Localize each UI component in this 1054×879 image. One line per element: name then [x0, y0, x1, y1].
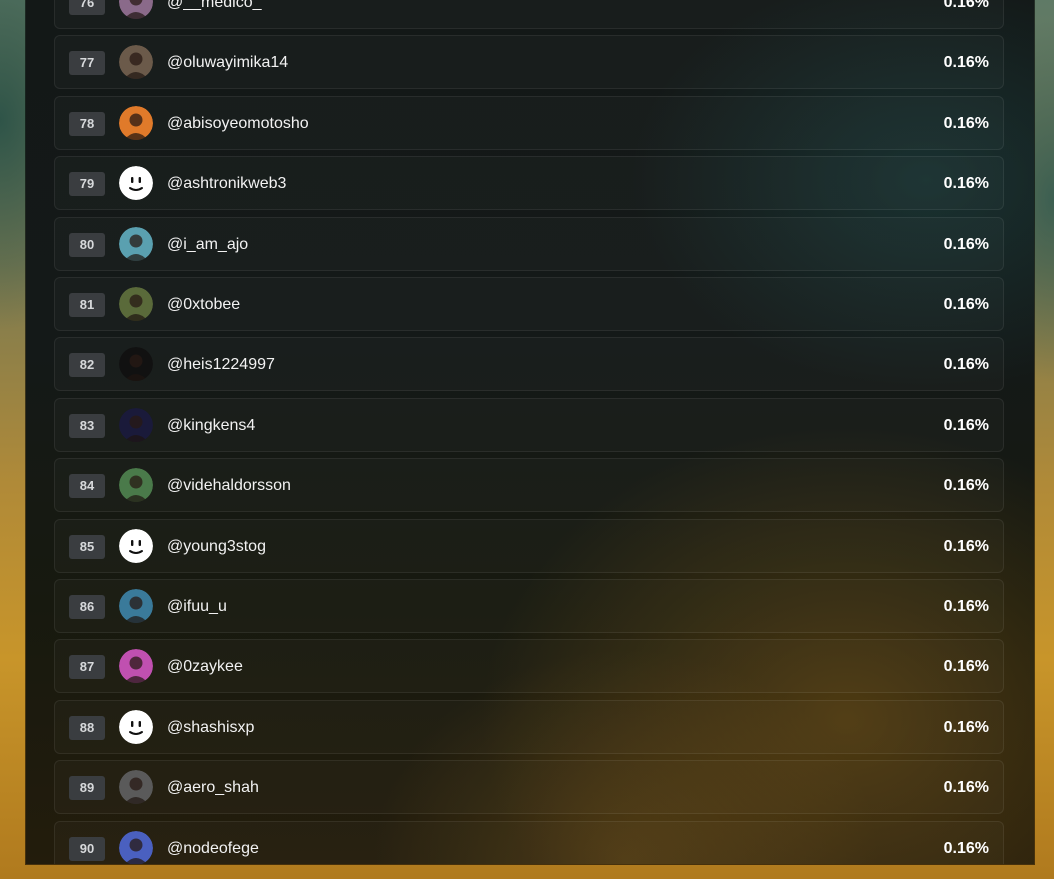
share-percentage: 0.16%	[943, 114, 989, 132]
leaderboard-row[interactable]: 82 @heis1224997 0.16%	[54, 337, 1004, 392]
dark-avatar-icon[interactable]	[119, 407, 153, 442]
default-face-icon[interactable]	[119, 709, 153, 744]
leaderboard-row[interactable]: 81 @0xtobee 0.16%	[54, 277, 1004, 331]
share-percentage: 0.16%	[943, 477, 989, 495]
username[interactable]: @kingkens4	[167, 416, 255, 436]
rank-badge: 89	[69, 776, 105, 801]
abstract-avatar-icon[interactable]	[119, 649, 153, 684]
rank-badge: 82	[69, 353, 105, 378]
rank-badge: 80	[69, 232, 105, 257]
rank-badge: 78	[69, 111, 105, 136]
leaderboard-row[interactable]: 77 @oluwayimika14 0.16%	[54, 35, 1004, 90]
share-percentage: 0.16%	[943, 598, 989, 615]
rank-badge: 90	[69, 836, 105, 861]
leaderboard-row[interactable]: 80 @i_am_ajo 0.16%	[54, 216, 1004, 271]
username[interactable]: @__medico_	[167, 0, 262, 13]
leaderboard-row[interactable]: 78 @abisoyeomotosho 0.16%	[54, 95, 1004, 150]
leaderboard-row[interactable]: 86 @ifuu_u 0.16%	[54, 579, 1004, 633]
username[interactable]: @0zaykee	[167, 657, 243, 677]
rank-badge: 86	[69, 595, 105, 619]
rank-badge: 84	[69, 474, 105, 499]
rank-badge: 87	[69, 655, 105, 680]
leaderboard-row[interactable]: 90 @nodeofege 0.16%	[54, 820, 1004, 864]
username[interactable]: @0xtobee	[167, 295, 240, 315]
leaderboard-row[interactable]: 83 @kingkens4 0.16%	[54, 397, 1004, 452]
rank-badge: 81	[69, 293, 105, 317]
leaderboard-row[interactable]: 89 @aero_shah 0.16%	[54, 760, 1004, 815]
leaderboard-row[interactable]: 84 @videhaldorsson 0.16%	[54, 458, 1004, 513]
share-percentage: 0.16%	[943, 537, 989, 555]
photo-avatar-icon[interactable]	[119, 770, 153, 805]
cartoon-avatar-icon[interactable]	[119, 589, 153, 623]
username[interactable]: @videhaldorsson	[167, 476, 291, 496]
rank-badge: 85	[69, 534, 105, 559]
photo-avatar-icon[interactable]	[119, 0, 153, 19]
share-percentage: 0.16%	[943, 839, 989, 857]
rank-badge: 77	[69, 51, 105, 76]
leaderboard-row[interactable]: 88 @shashisxp 0.16%	[54, 699, 1004, 754]
default-face-icon[interactable]	[119, 528, 153, 563]
photo-avatar-icon[interactable]	[119, 45, 153, 80]
rank-badge: 79	[69, 172, 105, 197]
username[interactable]: @i_am_ajo	[167, 235, 248, 255]
username[interactable]: @abisoyeomotosho	[167, 114, 309, 134]
cartoon-avatar-icon[interactable]	[119, 105, 153, 140]
share-percentage: 0.16%	[943, 779, 989, 797]
leaderboard-row[interactable]: 85 @young3stog 0.16%	[54, 518, 1004, 573]
username[interactable]: @nodeofege	[167, 839, 259, 859]
share-percentage: 0.16%	[943, 235, 989, 253]
share-percentage: 0.16%	[943, 54, 989, 72]
cartoon-avatar-icon[interactable]	[119, 830, 153, 864]
default-face-icon[interactable]	[119, 166, 153, 201]
rank-badge: 76	[69, 0, 105, 15]
rank-badge: 88	[69, 715, 105, 740]
rank-badge: 83	[69, 413, 105, 438]
share-percentage: 0.16%	[943, 175, 989, 193]
share-percentage: 0.16%	[943, 356, 989, 374]
leaderboard-row[interactable]: 76 @__medico_ 0.16%	[54, 0, 1004, 29]
share-percentage: 0.16%	[943, 658, 989, 676]
leaderboard-panel: 76 @__medico_ 0.16% 77 @oluwayimika14 0.16% 78…	[26, 0, 1034, 864]
leaderboard-row[interactable]: 79 @ashtronikweb3 0.16%	[54, 156, 1004, 211]
username[interactable]: @aero_shah	[167, 778, 259, 798]
share-percentage: 0.16%	[943, 718, 989, 736]
leaderboard-row[interactable]: 87 @0zaykee 0.16%	[54, 639, 1004, 694]
photo-avatar-icon[interactable]	[119, 287, 153, 321]
share-percentage: 0.16%	[943, 296, 989, 313]
username[interactable]: @young3stog	[167, 537, 266, 557]
anime-avatar-icon[interactable]	[119, 347, 153, 382]
username[interactable]: @heis1224997	[167, 355, 275, 375]
share-percentage: 0.16%	[943, 416, 989, 434]
cartoon-avatar-icon[interactable]	[119, 226, 153, 261]
username[interactable]: @ifuu_u	[167, 597, 227, 617]
share-percentage: 0.16%	[943, 0, 989, 11]
cartoon-avatar-icon[interactable]	[119, 468, 153, 503]
username[interactable]: @oluwayimika14	[167, 53, 288, 73]
username[interactable]: @shashisxp	[167, 718, 254, 738]
username[interactable]: @ashtronikweb3	[167, 174, 286, 194]
